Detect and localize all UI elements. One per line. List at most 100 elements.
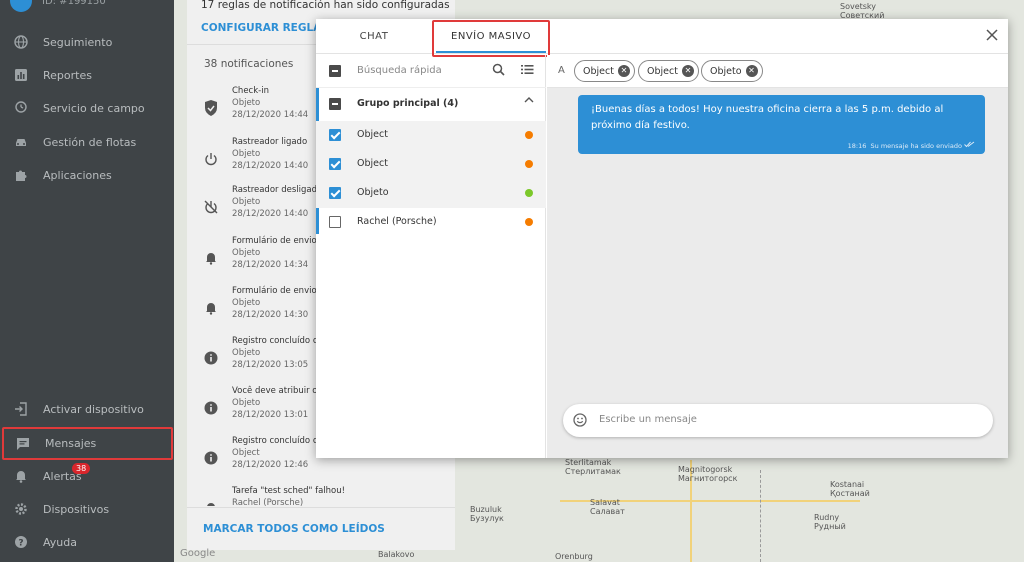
messages-dialog: CHAT ENVÍO MASIVO Búsqueda rápida Grupo … — [316, 19, 1008, 458]
sidebar-item-activar-dispositivo[interactable]: Activar dispositivo — [0, 394, 174, 424]
object-checkbox[interactable] — [329, 158, 341, 170]
sidebar-item-seguimiento[interactable]: Seguimiento — [0, 27, 174, 57]
message-meta: 18:16 Su mensaje ha sido enviado — [848, 141, 975, 150]
select-all-checkbox[interactable] — [329, 65, 341, 77]
bell-icon — [203, 500, 219, 506]
map-label: Sterlitamak Стерлитамак — [565, 458, 621, 476]
status-dot — [525, 160, 533, 168]
notification-date: 28/12/2020 13:05 — [232, 360, 309, 370]
sidebar-item-label: Servicio de campo — [43, 101, 145, 115]
quick-search-input[interactable]: Búsqueda rápida — [357, 65, 442, 76]
chat-icon — [15, 436, 31, 452]
gear-icon — [13, 501, 29, 517]
group-label: Grupo principal (4) — [357, 98, 459, 109]
to-label: A — [558, 65, 565, 76]
notification-title: Registro concluído co — [232, 436, 323, 446]
object-checkbox[interactable] — [329, 129, 341, 141]
remove-chip-icon[interactable]: ✕ — [617, 65, 630, 77]
mark-all-read-link[interactable]: MARCAR TODOS COMO LEÍDOS — [203, 523, 385, 535]
object-row[interactable]: Object — [316, 150, 546, 179]
info-icon — [203, 450, 219, 466]
dialog-tabs: CHAT ENVÍO MASIVO — [316, 19, 1008, 57]
notification-title: Você deve atribuir o — [232, 386, 318, 396]
recipient-label: Objeto — [710, 65, 742, 77]
svg-text:?: ? — [18, 539, 23, 549]
map-label: Magnitogorsk Магнитогорск — [678, 465, 738, 483]
map-label: Kostanai Қостанай — [830, 480, 870, 498]
notification-title: Rastreador desligado — [232, 185, 323, 195]
object-checkbox[interactable] — [329, 187, 341, 199]
map-label: Orenburg — [555, 552, 593, 561]
avatar[interactable] — [10, 0, 32, 12]
sidebar-item-label: Activar dispositivo — [43, 402, 144, 416]
map-label: Rudny Рудный — [814, 513, 846, 531]
emoji-icon[interactable] — [573, 413, 587, 427]
notification-object: Objeto — [232, 348, 261, 358]
notification-date: 28/12/2020 14:44 — [232, 110, 309, 120]
object-checkbox[interactable] — [329, 216, 341, 228]
bar-chart-icon — [13, 67, 29, 83]
notification-object: Objeto — [232, 298, 261, 308]
user-id: ID: #199150 — [42, 0, 106, 7]
group-header[interactable]: Grupo principal (4) — [316, 88, 546, 234]
recipient-chip[interactable]: Objeto ✕ — [701, 60, 763, 82]
sidebar-item-reportes[interactable]: Reportes — [0, 60, 174, 90]
sidebar: ID: #199150 Seguimiento Reportes Servici… — [0, 0, 174, 562]
list-icon[interactable] — [521, 63, 535, 77]
sidebar-item-mensajes[interactable]: Mensajes — [2, 427, 173, 460]
sidebar-item-servicio-de-campo[interactable]: Servicio de campo — [0, 93, 174, 123]
object-row[interactable]: Rachel (Porsche) — [316, 208, 546, 237]
sidebar-item-label: Mensajes — [45, 437, 97, 450]
car-icon — [13, 134, 29, 150]
object-label: Object — [357, 129, 388, 140]
sidebar-item-dispositivos[interactable]: Dispositivos — [0, 494, 174, 524]
notification-date: 28/12/2020 14:40 — [232, 161, 309, 171]
bell-icon — [13, 468, 29, 484]
remove-chip-icon[interactable]: ✕ — [681, 65, 694, 77]
notification-object: Objeto — [232, 248, 261, 258]
notification-title: Check-in — [232, 86, 269, 96]
bell-icon — [203, 300, 219, 316]
notification-title: Rastreador ligado — [232, 137, 308, 147]
sidebar-item-label: Dispositivos — [43, 502, 110, 516]
object-list-pane: Búsqueda rápida Grupo principal (4) Obje… — [316, 55, 546, 458]
group-checkbox[interactable] — [329, 98, 341, 110]
status-dot — [525, 189, 533, 197]
configure-rules-link[interactable]: CONFIGURAR REGLAS — [201, 22, 329, 34]
map-label: Balakovo — [378, 550, 415, 559]
sidebar-item-aplicaciones[interactable]: Aplicaciones — [0, 160, 174, 190]
notification-date: 28/12/2020 14:34 — [232, 260, 309, 270]
chevron-up-icon[interactable] — [524, 96, 534, 107]
notification-title: Formulário de envio — [232, 286, 317, 296]
tab-chat[interactable]: CHAT — [316, 19, 432, 54]
message-time: 18:16 — [847, 142, 867, 150]
power-off-icon — [203, 199, 219, 215]
sidebar-item-label: Aplicaciones — [43, 168, 112, 182]
search-row: Búsqueda rápida — [316, 55, 546, 88]
sidebar-item-gestion-de-flotas[interactable]: Gestión de flotas — [0, 127, 174, 157]
tab-label: CHAT — [359, 31, 389, 42]
object-row[interactable]: Object — [316, 121, 546, 150]
recipient-chip[interactable]: Object ✕ — [574, 60, 635, 82]
remove-chip-icon[interactable]: ✕ — [745, 65, 758, 77]
message-input[interactable]: Escribe un mensaje — [599, 414, 697, 425]
message-status: Su mensaje ha sido enviado — [870, 142, 962, 150]
notifications-count: 38 notificaciones — [204, 58, 294, 70]
notification-object: Objeto — [232, 149, 261, 159]
double-check-icon — [964, 141, 975, 150]
rules-configured-text: 17 reglas de notificación han sido confi… — [201, 0, 450, 11]
search-icon[interactable] — [492, 63, 506, 77]
notification-date: 28/12/2020 12:46 — [232, 460, 309, 470]
sidebar-item-ayuda[interactable]: ? Ayuda — [0, 527, 174, 557]
object-row[interactable]: Objeto — [316, 179, 546, 208]
compose-box[interactable]: Escribe un mensaje — [563, 404, 993, 437]
sidebar-item-label: Ayuda — [43, 535, 77, 549]
globe-icon — [13, 34, 29, 50]
recipient-chip[interactable]: Object ✕ — [638, 60, 699, 82]
notification-item[interactable]: Tarefa "test sched" falhou! Rachel (Pors… — [187, 486, 455, 506]
notification-date: 28/12/2020 14:30 — [232, 310, 309, 320]
recipients-bar: A Object ✕ Object ✕ Objeto ✕ — [547, 55, 1008, 88]
status-dot — [525, 131, 533, 139]
sidebar-item-alertas[interactable]: Alertas 38 — [0, 461, 174, 491]
close-icon[interactable] — [984, 28, 1000, 44]
